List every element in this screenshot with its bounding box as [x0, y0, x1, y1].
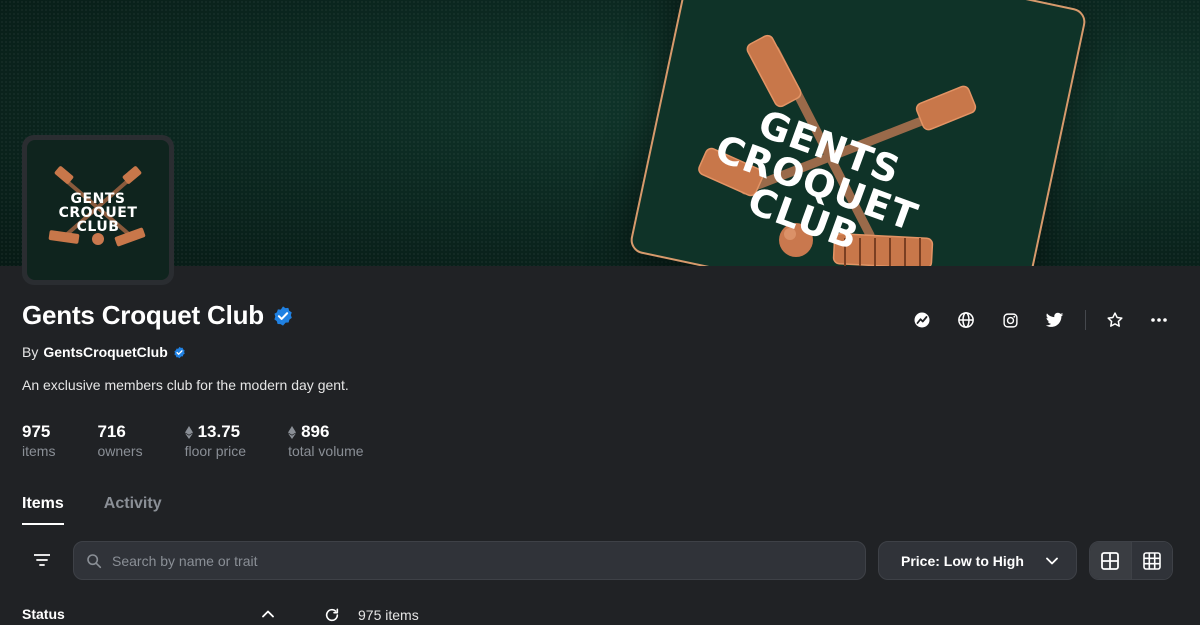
search-input[interactable]: [112, 552, 812, 569]
status-filter-header[interactable]: Status: [22, 606, 274, 622]
instagram-button[interactable]: [993, 306, 1027, 334]
creator-verified-icon: [174, 346, 185, 358]
stat-label: total volume: [288, 443, 364, 459]
eth-icon: [288, 425, 297, 439]
tab-items[interactable]: Items: [22, 495, 64, 525]
collection-banner: GENTS CROQUET CLUB: [0, 0, 1200, 266]
sort-label: Price: Low to High: [901, 552, 1024, 569]
filter-toggle-button[interactable]: [26, 545, 58, 575]
stat-value: 975: [22, 422, 55, 442]
refresh-icon[interactable]: [324, 607, 340, 623]
avatar-image: GENTS CROQUET CLUB: [27, 140, 169, 280]
stat-total-volume[interactable]: 896 total volume: [288, 422, 364, 459]
collection-title: Gents Croquet Club: [22, 300, 294, 331]
globe-icon: [958, 312, 974, 328]
avatar-title: GENTS CROQUET CLUB: [27, 192, 169, 234]
stat-number: 975: [22, 422, 51, 441]
collection-name: Gents Croquet Club: [22, 300, 264, 330]
results-summary: 975 items: [324, 607, 419, 623]
collection-avatar: GENTS CROQUET CLUB: [22, 135, 174, 285]
instagram-icon: [1002, 312, 1018, 328]
activity-button[interactable]: [905, 306, 939, 334]
stat-label: owners: [97, 443, 143, 459]
banner-mallets-illustration: [698, 34, 977, 266]
twitter-button[interactable]: [1037, 306, 1071, 334]
search-bar[interactable]: [73, 541, 866, 580]
collection-actions: [905, 306, 1186, 334]
items-count: 975 items: [358, 607, 419, 623]
collection-tabs: Items Activity: [22, 495, 162, 525]
stat-number: 716: [97, 422, 126, 441]
avatar-title-line: GENTS: [70, 191, 126, 207]
creator-byline: By GentsCroquetClub: [22, 344, 186, 360]
website-button[interactable]: [949, 306, 983, 334]
stat-label: items: [22, 443, 56, 459]
stat-label: floor price: [184, 443, 247, 459]
stat-floor-price[interactable]: 13.75 floor price: [184, 422, 247, 459]
stat-number: 13.75: [197, 422, 241, 441]
actions-divider: [1085, 310, 1086, 330]
chevron-down-icon: [1046, 557, 1058, 564]
stat-items[interactable]: 975 items: [22, 422, 55, 459]
activity-icon: [914, 312, 930, 328]
collection-description: An exclusive members club for the modern…: [22, 377, 349, 393]
twitter-icon: [1045, 312, 1063, 327]
creator-link[interactable]: GentsCroquetClub: [43, 344, 167, 360]
small-grid-view-button[interactable]: [1130, 542, 1172, 579]
large-grid-icon: [1101, 551, 1120, 570]
status-filter-label: Status: [22, 606, 65, 622]
stat-value: 13.75: [184, 422, 246, 442]
sort-dropdown[interactable]: Price: Low to High: [878, 541, 1077, 580]
stat-value: 896: [288, 422, 363, 442]
filter-icon: [34, 554, 50, 566]
avatar-title-line: CLUB: [76, 219, 120, 235]
watchlist-button[interactable]: [1098, 306, 1132, 334]
search-icon: [87, 553, 102, 568]
stat-number: 896: [301, 422, 330, 441]
more-options-button[interactable]: [1142, 306, 1176, 334]
star-icon: [1107, 312, 1123, 327]
view-mode-toggle: [1089, 541, 1173, 580]
avatar-title-line: CROQUET: [58, 205, 138, 221]
small-grid-icon: [1143, 551, 1161, 570]
collection-stats: 975 items 716 owners 13.75 floor price 8…: [22, 422, 406, 459]
by-label: By: [22, 344, 39, 360]
stat-owners[interactable]: 716 owners: [97, 422, 142, 459]
chevron-up-icon: [262, 610, 274, 618]
more-icon: [1151, 318, 1167, 322]
verified-badge-icon: [274, 305, 292, 326]
tab-activity[interactable]: Activity: [104, 495, 162, 525]
eth-icon: [184, 425, 193, 439]
large-grid-view-button[interactable]: [1090, 542, 1131, 579]
stat-value: 716: [97, 422, 142, 442]
